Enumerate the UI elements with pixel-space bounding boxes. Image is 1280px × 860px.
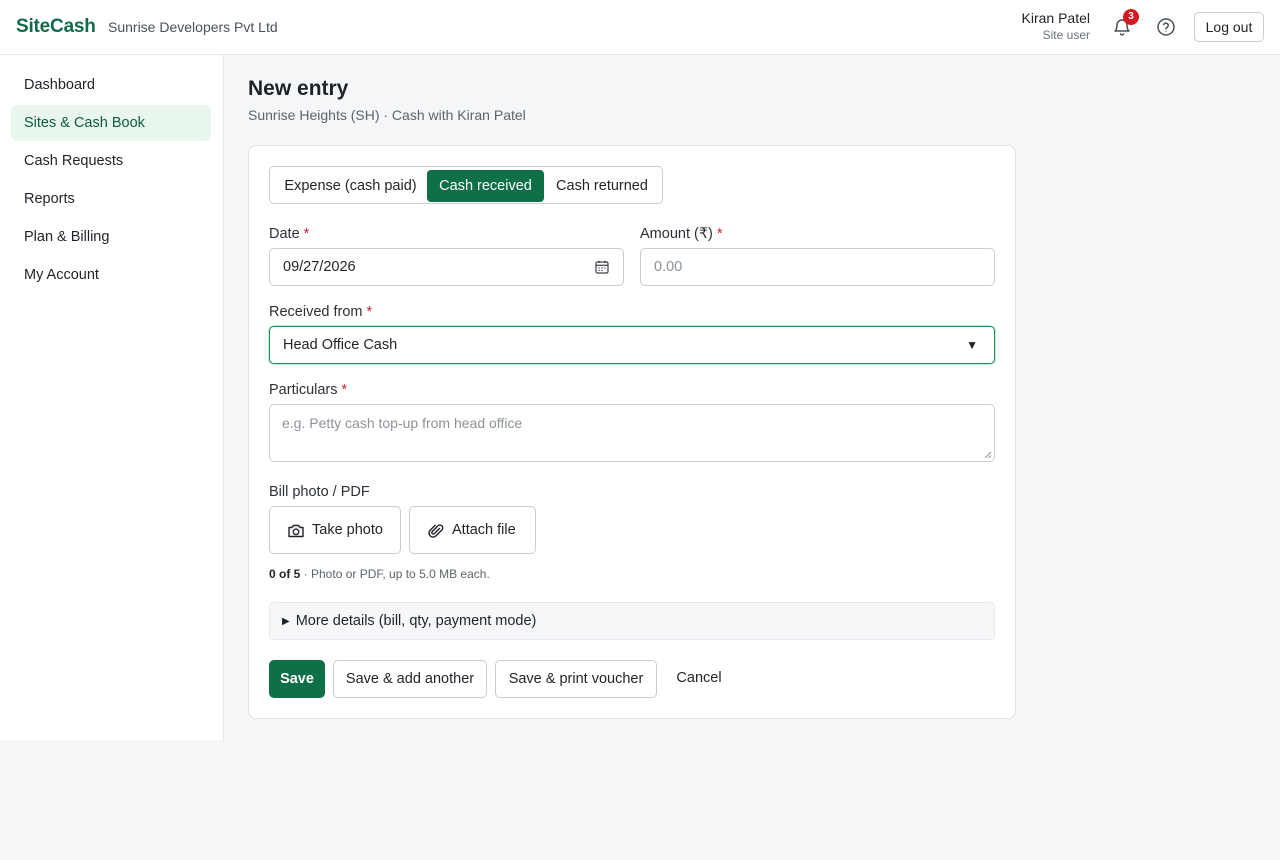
more-details-toggle[interactable]: ▶ More details (bill, qty, payment mode) [269, 602, 995, 640]
date-value: 09/27/2026 [283, 259, 356, 275]
entry-form-card: Expense (cash paid) Cash received Cash r… [248, 145, 1016, 719]
sidebar-item-reports[interactable]: Reports [11, 181, 211, 217]
take-photo-button[interactable]: Take photo [269, 506, 401, 554]
company-name: Sunrise Developers Pvt Ltd [108, 19, 278, 35]
take-photo-label: Take photo [312, 522, 383, 538]
top-bar: SiteCash Sunrise Developers Pvt Ltd Kira… [0, 0, 1280, 55]
required-mark: * [366, 304, 373, 320]
dropdown-caret-icon: ▼ [966, 338, 978, 352]
save-button[interactable]: Save [269, 660, 325, 698]
received-from-select[interactable]: Head Office Cash ▼ [269, 326, 995, 364]
paperclip-icon [428, 524, 444, 538]
tab-cash-received[interactable]: Cash received [427, 170, 544, 202]
attachments-count: 0 of 5 [269, 567, 301, 581]
required-mark: * [341, 382, 348, 398]
user-role: Site user [1042, 28, 1090, 42]
attach-file-button[interactable]: Attach file [409, 506, 536, 554]
help-icon[interactable] [1156, 17, 1176, 37]
save-add-another-button[interactable]: Save & add another [333, 660, 487, 698]
app-logo[interactable]: SiteCash [16, 16, 96, 38]
attachments-count-note: 0 of 5 · Photo or PDF, up to 5.0 MB each… [269, 567, 490, 581]
sidebar-item-my-account[interactable]: My Account [11, 257, 211, 293]
received-from-label-text: Received from [269, 304, 363, 320]
calendar-icon[interactable] [595, 260, 609, 274]
particulars-label-text: Particulars [269, 382, 338, 398]
tab-expense[interactable]: Expense (cash paid) [274, 170, 427, 202]
attachments-note: · Photo or PDF, up to 5.0 MB each. [300, 567, 490, 581]
entry-type-toggle: Expense (cash paid) Cash received Cash r… [269, 166, 663, 204]
sidebar-item-sites-cash-book[interactable]: Sites & Cash Book [11, 105, 211, 141]
logout-button[interactable]: Log out [1194, 12, 1264, 42]
required-mark: * [303, 226, 310, 242]
sidebar-item-cash-requests[interactable]: Cash Requests [11, 143, 211, 179]
user-name: Kiran Patel [1021, 10, 1090, 26]
amount-label: Amount (₹) * [640, 226, 723, 242]
disclosure-triangle-icon: ▶ [282, 616, 290, 627]
user-info: Kiran Patel Site user [1022, 10, 1090, 44]
required-mark: * [716, 226, 723, 242]
sidebar-item-dashboard[interactable]: Dashboard [11, 67, 211, 103]
date-label-text: Date [269, 226, 300, 242]
sidebar-item-plan-billing[interactable]: Plan & Billing [11, 219, 211, 255]
camera-icon [288, 524, 304, 538]
date-field[interactable]: 09/27/2026 [269, 248, 624, 286]
tab-cash-returned[interactable]: Cash returned [546, 170, 658, 202]
more-details-label: More details (bill, qty, payment mode) [295, 613, 537, 629]
received-from-value: Head Office Cash [283, 337, 398, 353]
resize-handle-icon[interactable] [984, 451, 992, 459]
amount-input[interactable]: 0.00 [640, 248, 995, 286]
attachments-label: Bill photo / PDF [269, 484, 370, 500]
page-subtitle: Sunrise Heights (SH) · Cash with Kiran P… [248, 107, 526, 123]
date-label: Date * [269, 226, 309, 242]
notification-badge: 3 [1123, 9, 1139, 25]
cancel-button[interactable]: Cancel [665, 660, 733, 698]
received-from-label: Received from * [269, 304, 372, 320]
amount-placeholder: 0.00 [654, 259, 683, 275]
sidebar: Dashboard Sites & Cash Book Cash Request… [0, 55, 224, 740]
particulars-textarea[interactable]: e.g. Petty cash top-up from head office [269, 404, 995, 462]
page-title: New entry [248, 77, 349, 100]
attach-file-label: Attach file [452, 522, 516, 538]
particulars-placeholder: e.g. Petty cash top-up from head office [282, 415, 523, 431]
particulars-label: Particulars * [269, 382, 347, 398]
amount-label-text: Amount (₹) [640, 226, 713, 242]
save-print-voucher-button[interactable]: Save & print voucher [495, 660, 657, 698]
